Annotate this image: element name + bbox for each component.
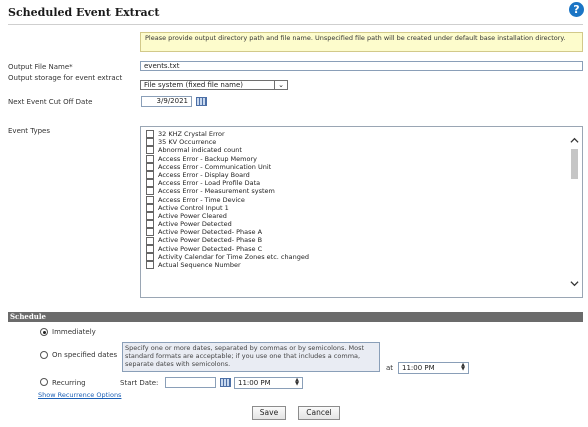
- event-type-item[interactable]: Access Error - Time Device: [141, 196, 582, 204]
- radio-immediately[interactable]: [40, 328, 48, 336]
- specified-dates-label: On specified dates: [52, 351, 118, 359]
- event-type-label: Active Power Detected: [158, 220, 232, 229]
- start-calendar-icon[interactable]: [220, 378, 231, 387]
- scroll-down-icon[interactable]: [570, 279, 579, 288]
- storage-select[interactable]: File system (fixed file name) ⌄: [140, 80, 288, 90]
- event-type-checkbox[interactable]: [146, 187, 154, 196]
- event-type-checkbox[interactable]: [146, 162, 154, 171]
- event-type-label: Activity Calendar for Time Zones etc. ch…: [158, 252, 309, 261]
- schedule-header: Schedule: [8, 312, 583, 322]
- event-type-item[interactable]: Active Power Cleared: [141, 212, 582, 220]
- event-type-checkbox[interactable]: [146, 146, 154, 155]
- event-type-checkbox[interactable]: [146, 130, 154, 139]
- notice-box: Please provide output directory path and…: [140, 32, 583, 52]
- event-type-item[interactable]: Active Power Detected- Phase A: [141, 228, 582, 237]
- event-type-label: Access Error - Backup Memory: [158, 154, 257, 163]
- output-file-input[interactable]: events.txt: [140, 61, 583, 71]
- event-type-label: Active Control Input 1: [158, 203, 229, 212]
- output-file-label: Output File Name*: [8, 63, 73, 71]
- event-type-checkbox[interactable]: [146, 203, 154, 212]
- event-type-checkbox[interactable]: [146, 179, 154, 188]
- scroll-thumb[interactable]: [571, 149, 578, 179]
- event-type-item[interactable]: Active Control Input 1: [141, 204, 582, 212]
- event-type-checkbox[interactable]: [146, 261, 154, 270]
- chevron-down-icon: ⌄: [274, 81, 287, 89]
- start-time-value: 11:00 PM: [238, 379, 271, 387]
- event-type-label: Active Power Detected- Phase C: [158, 244, 263, 253]
- event-type-label: Access Error - Load Profile Data: [158, 179, 261, 188]
- storage-label: Output storage for event extract: [8, 74, 123, 82]
- event-type-item[interactable]: Active Power Detected: [141, 220, 582, 229]
- radio-specified-dates[interactable]: [40, 351, 48, 359]
- event-type-label: Actual Sequence Number: [158, 261, 241, 269]
- event-type-item[interactable]: Access Error - Load Profile Data: [141, 179, 582, 188]
- at-label: at: [386, 364, 394, 372]
- event-type-checkbox[interactable]: [146, 252, 154, 261]
- event-type-item[interactable]: Active Power Detected- Phase C: [141, 245, 582, 253]
- event-type-item[interactable]: Access Error - Measurement system: [141, 187, 582, 196]
- specified-dates-input[interactable]: Specify one or more dates, separated by …: [122, 342, 380, 372]
- event-type-checkbox[interactable]: [146, 244, 154, 253]
- event-type-item[interactable]: Actual Sequence Number: [141, 261, 582, 270]
- recurring-label: Recurring: [52, 379, 86, 387]
- event-type-item[interactable]: Activity Calendar for Time Zones etc. ch…: [141, 253, 582, 261]
- event-type-checkbox[interactable]: [146, 211, 154, 220]
- event-type-checkbox[interactable]: [146, 195, 154, 204]
- event-type-checkbox[interactable]: [146, 228, 154, 237]
- immediately-label: Immediately: [52, 328, 96, 336]
- radio-recurring[interactable]: [40, 378, 48, 386]
- event-type-item[interactable]: 35 KV Occurrence: [141, 138, 582, 147]
- at-time-input[interactable]: 11:00 PM ▲ ▼: [398, 362, 469, 374]
- event-type-label: Active Power Detected- Phase B: [158, 236, 263, 245]
- event-type-label: 32 KHZ Crystal Error: [158, 130, 225, 138]
- event-type-item[interactable]: Access Error - Communication Unit: [141, 163, 582, 171]
- list-scrollbar[interactable]: [568, 127, 582, 297]
- event-type-checkbox[interactable]: [146, 236, 154, 245]
- event-type-item[interactable]: Access Error - Backup Memory: [141, 155, 582, 163]
- event-type-checkbox[interactable]: [146, 220, 154, 229]
- start-time-input[interactable]: 11:00 PM ▲ ▼: [234, 377, 303, 389]
- event-types-label: Event Types: [8, 127, 51, 135]
- event-type-label: Access Error - Communication Unit: [158, 162, 272, 171]
- event-type-label: 35 KV Occurrence: [158, 138, 217, 147]
- cancel-button[interactable]: Cancel: [298, 406, 340, 420]
- event-type-label: Abnormal indicated count: [158, 146, 242, 155]
- page-title: Scheduled Event Extract: [8, 6, 160, 19]
- cutoff-label: Next Event Cut Off Date: [8, 98, 93, 106]
- title-divider: [8, 24, 583, 25]
- start-time-spinner-icon[interactable]: ▲ ▼: [293, 378, 301, 388]
- storage-select-value: File system (fixed file name): [144, 81, 243, 89]
- scroll-up-icon[interactable]: [570, 136, 579, 145]
- at-time-value: 11:00 PM: [402, 364, 435, 372]
- event-type-checkbox[interactable]: [146, 171, 154, 180]
- event-type-label: Active Power Cleared: [158, 211, 227, 220]
- start-date-label: Start Date:: [120, 379, 159, 387]
- event-type-label: Access Error - Time Device: [158, 195, 245, 204]
- event-type-checkbox[interactable]: [146, 138, 154, 147]
- event-type-item[interactable]: Access Error - Display Board: [141, 170, 582, 180]
- calendar-icon[interactable]: [196, 97, 207, 106]
- time-spinner-icon[interactable]: ▲ ▼: [459, 363, 467, 373]
- save-button[interactable]: Save: [252, 406, 286, 420]
- event-type-item[interactable]: Abnormal indicated count: [141, 146, 582, 155]
- event-type-label: Active Power Detected- Phase A: [158, 228, 263, 237]
- event-type-checkbox[interactable]: [146, 154, 154, 163]
- help-icon[interactable]: ?: [569, 2, 584, 17]
- event-type-label: Access Error - Display Board: [158, 170, 250, 179]
- event-type-label: Access Error - Measurement system: [158, 187, 275, 196]
- cutoff-date-input[interactable]: 3/9/2021: [141, 96, 192, 107]
- event-type-item[interactable]: 32 KHZ Crystal Error: [141, 130, 582, 139]
- recurrence-options-link[interactable]: Show Recurrence Options: [38, 391, 121, 399]
- start-date-input[interactable]: [165, 377, 216, 388]
- event-type-item[interactable]: Active Power Detected- Phase B: [141, 236, 582, 245]
- event-types-list[interactable]: 32 KHZ Crystal Error 35 KV Occurrence Abno…: [140, 126, 583, 298]
